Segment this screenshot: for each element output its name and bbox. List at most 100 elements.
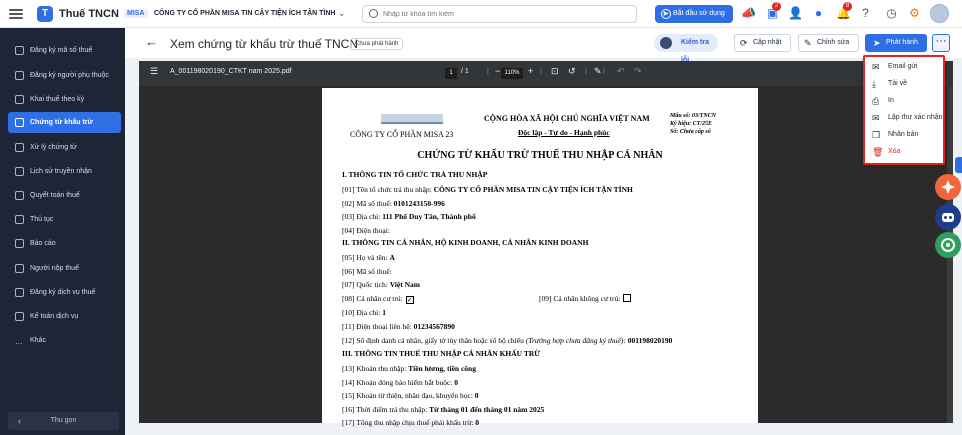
section-heading: III. THÔNG TIN THUẾ THU NHẬP CÁ NHÂN KHẤ… xyxy=(342,349,541,358)
sidebar-item-dang-ky-dich-vu[interactable]: Đăng ký dịch vụ thuế xyxy=(8,282,121,303)
motto: Độc lập - Tự do - Hạnh phúc xyxy=(518,128,610,137)
zoom-in-icon[interactable]: + xyxy=(528,66,533,76)
update-button[interactable]: ⟳ Cập nhật xyxy=(734,34,791,52)
add-user-icon[interactable]: 👤 xyxy=(788,6,803,21)
menu-item-label: In xyxy=(888,97,894,104)
start-using-button[interactable]: ▶ Bắt đầu sử dụng xyxy=(655,5,733,23)
sidebar-item-label: Chứng từ khấu trừ xyxy=(30,119,93,126)
redo-icon[interactable]: ↷ xyxy=(634,66,642,77)
annotate-icon[interactable]: ✎ xyxy=(594,66,602,77)
zoom-level[interactable]: 110% xyxy=(501,68,523,79)
field-13: [13] Khoản thu nhập: Tiền lương, tiền cô… xyxy=(342,364,476,373)
receipt-icon xyxy=(15,118,24,127)
pdf-menu-icon[interactable]: ☰ xyxy=(150,66,158,77)
field-label: [03] Địa chỉ: xyxy=(342,212,381,221)
sidebar-item-khai-thue[interactable]: Khai thuế theo kỳ xyxy=(8,89,121,110)
refresh-icon: ⟳ xyxy=(740,38,748,48)
settings-icon[interactable]: ⚙ xyxy=(907,6,922,21)
field-07: [07] Quốc tịch: Việt Nam xyxy=(342,280,420,289)
non-resident-checkbox xyxy=(623,294,632,302)
form-info: Mẫu số: 03/TNCN Ký hiệu: CT/25E Số: Chưa… xyxy=(670,112,716,136)
menu-item-print[interactable]: ⎙ In xyxy=(871,93,943,109)
sidebar-item-nguoi-phu-thuoc[interactable]: Đăng ký người phụ thuộc xyxy=(8,65,121,86)
edit-button[interactable]: ✎ Chỉnh sửa xyxy=(798,34,859,52)
sidebar-item-xu-ly-chung-tu[interactable]: Xử lý chứng từ xyxy=(8,137,121,158)
field-16: [16] Thời điểm trả thu nhập: Từ tháng 01… xyxy=(342,405,544,414)
sidebar-item-bao-cao[interactable]: Báo cáo xyxy=(8,233,121,254)
top-bar: T Thuế TNCN MISA CÔNG TY CỔ PHẦN MISA TI… xyxy=(0,0,962,28)
pencil-icon: ✎ xyxy=(804,38,812,48)
field-label: [07] Quốc tịch: xyxy=(342,280,388,289)
ai-check-button[interactable]: Kiểm tra lỗi xyxy=(654,34,718,64)
field-label: [04] Điện thoại: xyxy=(342,226,390,235)
menu-item-label: Email gửi xyxy=(888,63,918,70)
menu-item-confirm-letter[interactable]: ✉ Lập thư xác nhận xyxy=(871,110,943,126)
rotate-icon[interactable]: ↺ xyxy=(568,66,576,77)
field-label: [17] Tổng thu nhập chịu thuế phải khấu t… xyxy=(342,418,474,427)
field-label: [09] Cá nhân không cư trú: xyxy=(539,294,621,303)
sidebar-item-label: Đăng ký dịch vụ thuế xyxy=(30,289,96,296)
sidebar-item-quyet-toan[interactable]: Quyết toán thuế xyxy=(8,185,121,206)
sidebar-item-nguoi-nop-thue[interactable]: Người nộp thuế xyxy=(8,258,121,279)
sidebar-item-label: Thủ tục xyxy=(30,216,54,223)
search-input[interactable] xyxy=(383,8,623,20)
form-symbol: Ký hiệu: CT/25E xyxy=(670,121,713,127)
clock-icon[interactable]: ◷ xyxy=(884,6,899,21)
start-using-label: Bắt đầu sử dụng xyxy=(673,10,725,17)
more-options-button[interactable]: ··· xyxy=(932,34,950,52)
side-panel-handle[interactable] xyxy=(955,157,962,173)
zoom-out-icon[interactable]: − xyxy=(495,66,500,76)
sidebar-item-lich-su[interactable]: Lịch sử truyền nhận xyxy=(8,161,121,182)
avatar[interactable] xyxy=(930,4,949,23)
notification-badge: 2 xyxy=(772,2,781,11)
toolbar-divider: | xyxy=(603,68,605,75)
field-02: [02] Mã số thuế: 0101243150-996 xyxy=(342,199,445,208)
page-number-input[interactable]: 1 xyxy=(445,68,457,79)
app-name: Thuế TNCN xyxy=(59,8,119,20)
back-arrow-icon[interactable]: ← xyxy=(145,34,158,49)
sidebar-item-chung-tu-khau-tru[interactable]: Chứng từ khấu trừ xyxy=(8,112,121,133)
field-12: [12] Số định danh cá nhân, giấy tờ tùy t… xyxy=(342,336,672,345)
menu-item-delete[interactable]: 🗑 Xóa xyxy=(871,144,943,160)
megaphone-icon[interactable]: 📣 xyxy=(741,6,756,21)
sidebar-item-label: Khai thuế theo kỳ xyxy=(30,96,85,103)
field-value: 0 xyxy=(474,391,479,400)
page-title: Xem chứng từ khấu trừ thuế TNCN xyxy=(170,37,358,51)
chat-icon[interactable]: ● xyxy=(811,6,826,21)
menu-item-duplicate[interactable]: ❐ Nhân bản xyxy=(871,127,943,143)
toolbar-divider: | xyxy=(585,68,587,75)
page-total: / 1 xyxy=(461,68,469,75)
process-icon xyxy=(15,143,24,152)
pdf-filename: A_001198020190_CTKT nam 2025.pdf xyxy=(170,68,292,75)
sidebar-item-label: Người nộp thuế xyxy=(30,265,79,272)
sidebar-item-label: Quyết toán thuế xyxy=(30,192,80,199)
trash-icon: 🗑 xyxy=(872,147,884,157)
menu-item-label: Tải về xyxy=(888,80,908,87)
sidebar-item-ke-toan-dich-vu[interactable]: Kế toán dịch vụ xyxy=(8,306,121,327)
toolbar-divider: | xyxy=(540,68,542,75)
robot-icon xyxy=(660,37,672,49)
sidebar-item-khac[interactable]: ··· Khác xyxy=(8,330,121,351)
ai-spark-button[interactable] xyxy=(935,174,961,200)
sidebar-item-dang-ky-mst[interactable]: Đăng ký mã số thuế xyxy=(8,40,121,61)
menu-item-label: Nhân bản xyxy=(888,131,919,138)
support-chat-button[interactable] xyxy=(935,232,961,258)
chatbot-button[interactable] xyxy=(935,204,961,230)
menu-item-email[interactable]: ✉ Email gửi xyxy=(871,59,943,75)
fit-page-icon[interactable]: ⊡ xyxy=(551,66,559,77)
help-icon[interactable]: ? xyxy=(858,6,873,21)
publish-button[interactable]: ➤ Phát hành xyxy=(865,34,927,52)
sidebar-item-thu-tuc[interactable]: Thủ tục xyxy=(8,209,121,230)
chevron-down-icon[interactable]: ⌄ xyxy=(338,8,346,19)
collapse-sidebar-button[interactable]: ‹ Thu gọn xyxy=(8,412,119,430)
section-heading: I. THÔNG TIN TỔ CHỨC TRẢ THU NHẬP xyxy=(342,170,488,179)
menu-item-download[interactable]: ⤓ Tải về xyxy=(871,76,943,92)
org-name[interactable]: CÔNG TY CỔ PHẦN MISA TIN CẬY TIỆN ÍCH TẬ… xyxy=(154,10,336,17)
sidebar-item-label: Lịch sử truyền nhận xyxy=(30,168,92,175)
field-value: A xyxy=(389,253,395,262)
more-dots-icon: ··· xyxy=(15,339,23,348)
search-box[interactable] xyxy=(362,5,637,23)
sidebar-item-label: Đăng ký người phụ thuộc xyxy=(30,72,109,79)
undo-icon[interactable]: ↶ xyxy=(617,66,625,77)
grid-menu-icon[interactable] xyxy=(9,7,23,21)
